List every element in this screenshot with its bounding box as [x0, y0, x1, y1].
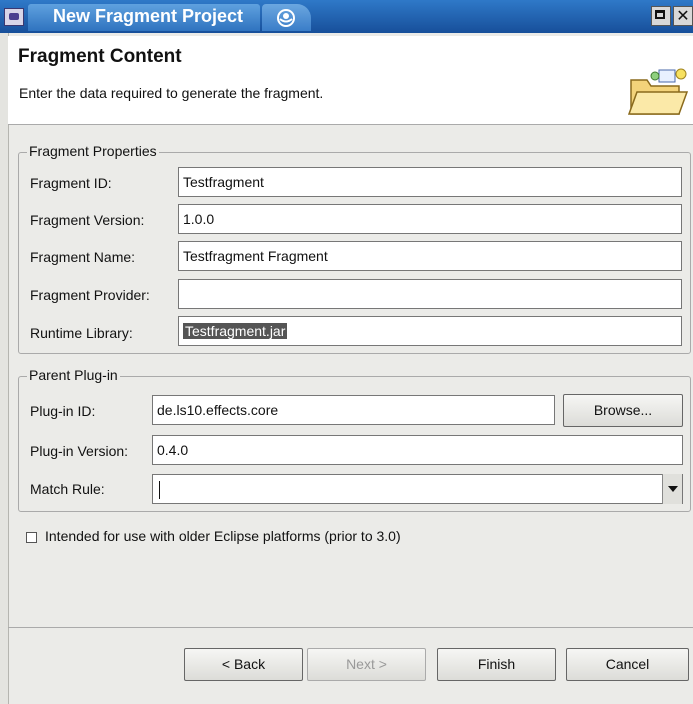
plugin-version-label: Plug-in Version: [30, 443, 129, 459]
page-description: Enter the data required to generate the … [19, 85, 324, 101]
back-button[interactable]: < Back [184, 648, 303, 681]
fragment-version-label: Fragment Version: [30, 212, 145, 228]
fragment-id-label: Fragment ID: [30, 175, 112, 191]
plugin-version-input[interactable]: 0.4.0 [152, 435, 683, 465]
runtime-library-input[interactable]: Testfragment.jar [178, 316, 682, 346]
plugin-id-input[interactable]: de.ls10.effects.core [152, 395, 555, 425]
parent-plugin-legend: Parent Plug-in [27, 367, 120, 383]
wizard-header: Fragment Content Enter the data required… [8, 36, 693, 125]
cancel-button[interactable]: Cancel [566, 648, 689, 681]
close-button[interactable]: ✕ [673, 6, 693, 26]
text-cursor [159, 481, 160, 500]
swirl-tab [262, 4, 311, 31]
legacy-platform-checkbox[interactable] [26, 532, 37, 543]
eclipse-app-icon [4, 8, 24, 26]
match-rule-label: Match Rule: [30, 481, 105, 497]
window-title: New Fragment Project [53, 6, 244, 26]
fragment-properties-legend: Fragment Properties [27, 143, 159, 159]
swirl-icon [277, 9, 295, 27]
plugin-id-label: Plug-in ID: [30, 403, 96, 419]
match-rule-dropdown-button[interactable] [662, 474, 682, 504]
folder-icon [627, 68, 689, 115]
runtime-library-label: Runtime Library: [30, 325, 133, 341]
fragment-name-input[interactable]: Testfragment Fragment [178, 241, 682, 271]
button-bar-separator [8, 627, 693, 628]
browse-button[interactable]: Browse... [563, 394, 683, 427]
fragment-name-label: Fragment Name: [30, 249, 136, 265]
maximize-button[interactable] [651, 6, 671, 26]
fragment-provider-input[interactable] [178, 279, 682, 309]
legacy-platform-label[interactable]: Intended for use with older Eclipse plat… [45, 528, 401, 544]
fragment-version-input[interactable]: 1.0.0 [178, 204, 682, 234]
window-left-edge [0, 33, 9, 704]
match-rule-combo[interactable] [152, 474, 683, 504]
fragment-id-input[interactable]: Testfragment [178, 167, 682, 197]
window-title-bar[interactable]: New Fragment Project ✕ [0, 0, 693, 33]
runtime-library-value: Testfragment.jar [183, 323, 288, 339]
next-button[interactable]: Next > [307, 648, 426, 681]
page-title: Fragment Content [18, 46, 182, 67]
fragment-provider-label: Fragment Provider: [30, 287, 150, 303]
finish-button[interactable]: Finish [437, 648, 556, 681]
